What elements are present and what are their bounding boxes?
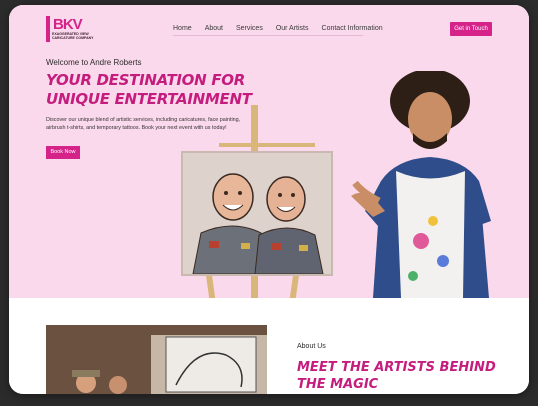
nav-about[interactable]: About [205, 25, 223, 32]
get-in-touch-button[interactable]: Get in Touch [450, 22, 492, 36]
hero-section: BKV EXAGGERATED VIEW CARICATURE COMPANY … [9, 5, 529, 298]
caricature-canvas [181, 151, 333, 276]
nav-services[interactable]: Services [236, 25, 263, 32]
about-section: About Us Meet the Artists Behind the Mag… [9, 298, 529, 394]
artist-illustration [351, 69, 491, 298]
artist-photo [351, 69, 496, 298]
book-now-button[interactable]: Book Now [46, 146, 80, 159]
nav-underline [173, 35, 363, 36]
main-nav: Home About Services Our Artists Contact … [173, 25, 396, 32]
logo-bar [46, 16, 50, 42]
logo[interactable]: BKV EXAGGERATED VIEW CARICATURE COMPANY [46, 16, 96, 43]
hero-headline: Your Destination for Unique Entertainmen… [46, 71, 252, 108]
about-title: Meet the Artists Behind the Magic [297, 360, 496, 392]
artists-photo [46, 325, 267, 394]
about-label: About Us [297, 343, 326, 350]
easel-crossbar [219, 143, 315, 147]
nav-contact[interactable]: Contact Information [322, 25, 383, 32]
artists-photo-illustration [46, 325, 267, 394]
logo-subtitle: EXAGGERATED VIEW CARICATURE COMPANY [52, 32, 94, 40]
browser-frame: BKV EXAGGERATED VIEW CARICATURE COMPANY … [9, 5, 529, 394]
nav-home[interactable]: Home [173, 25, 192, 32]
caricature-drawing [192, 173, 324, 275]
welcome-text: Welcome to Andre Roberts [46, 58, 142, 67]
logo-mark: BKV [53, 16, 83, 33]
hero-description: Discover our unique blend of artistic se… [46, 117, 241, 131]
nav-our-artists[interactable]: Our Artists [276, 25, 309, 32]
